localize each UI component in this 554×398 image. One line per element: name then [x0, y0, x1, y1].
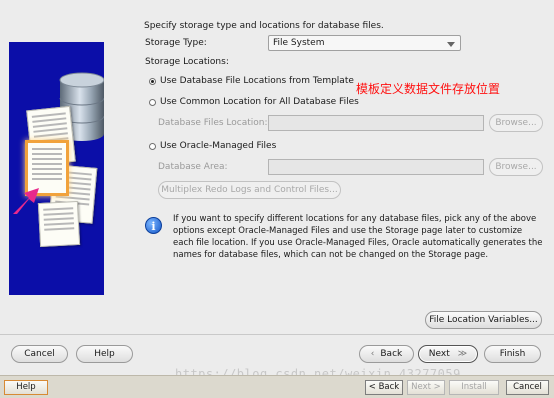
browse-files-location-button[interactable]: Browse...: [489, 114, 543, 132]
browse-database-area-button[interactable]: Browse...: [489, 158, 543, 176]
taskbar-back-button[interactable]: < Back: [365, 380, 403, 395]
storage-type-select[interactable]: File System: [268, 35, 461, 51]
option-common-label[interactable]: Use Common Location for All Database Fil…: [160, 97, 359, 107]
storage-locations-label: Storage Locations:: [145, 57, 229, 67]
dbca-storage-page: Specify storage type and locations for d…: [0, 0, 554, 370]
option-template-label[interactable]: Use Database File Locations from Templat…: [160, 76, 354, 86]
taskbar-install-button[interactable]: Install: [449, 380, 499, 395]
storage-type-label: Storage Type:: [145, 38, 207, 48]
cancel-button[interactable]: Cancel: [11, 345, 68, 363]
radio-template-locations[interactable]: [149, 78, 156, 85]
installer-button-bar: Help < Back Next > Install Cancel: [0, 375, 554, 398]
file-location-variables-button[interactable]: File Location Variables...: [425, 311, 542, 329]
chevron-left-icon: ‹: [370, 349, 375, 359]
taskbar-next-button[interactable]: Next >: [407, 380, 445, 395]
pink-arrow-icon: [13, 188, 39, 214]
taskbar-cancel-button[interactable]: Cancel: [506, 380, 549, 395]
document-icon: [37, 200, 81, 248]
database-area-label: Database Area:: [158, 162, 228, 172]
storage-type-value: File System: [273, 38, 325, 48]
back-button[interactable]: ‹ Back: [359, 345, 414, 363]
help-button[interactable]: Help: [76, 345, 133, 363]
chevron-double-right-icon: ≫: [457, 349, 468, 359]
taskbar-help-button[interactable]: Help: [4, 380, 48, 395]
database-area-field[interactable]: [268, 159, 484, 175]
finish-button[interactable]: Finish: [484, 345, 541, 363]
radio-oracle-managed[interactable]: [149, 143, 156, 150]
next-button[interactable]: Next ≫: [418, 345, 478, 363]
info-icon: i: [145, 217, 162, 234]
info-text: If you want to specify different locatio…: [173, 214, 543, 260]
wizard-illustration: [9, 42, 104, 295]
files-location-field[interactable]: [268, 115, 484, 131]
files-location-label: Database Files Location:: [158, 118, 268, 128]
next-button-label: Next: [428, 349, 450, 359]
annotation-text: 模板定义数据文件存放位置: [356, 82, 501, 96]
option-omf-label[interactable]: Use Oracle-Managed Files: [160, 141, 276, 151]
back-button-label: Back: [380, 349, 403, 359]
footer-divider: [0, 334, 554, 335]
radio-common-location[interactable]: [149, 99, 156, 106]
chevron-down-icon: [447, 42, 455, 47]
page-instruction: Specify storage type and locations for d…: [144, 21, 384, 31]
multiplex-redo-logs-button[interactable]: Multiplex Redo Logs and Control Files...: [158, 181, 341, 199]
